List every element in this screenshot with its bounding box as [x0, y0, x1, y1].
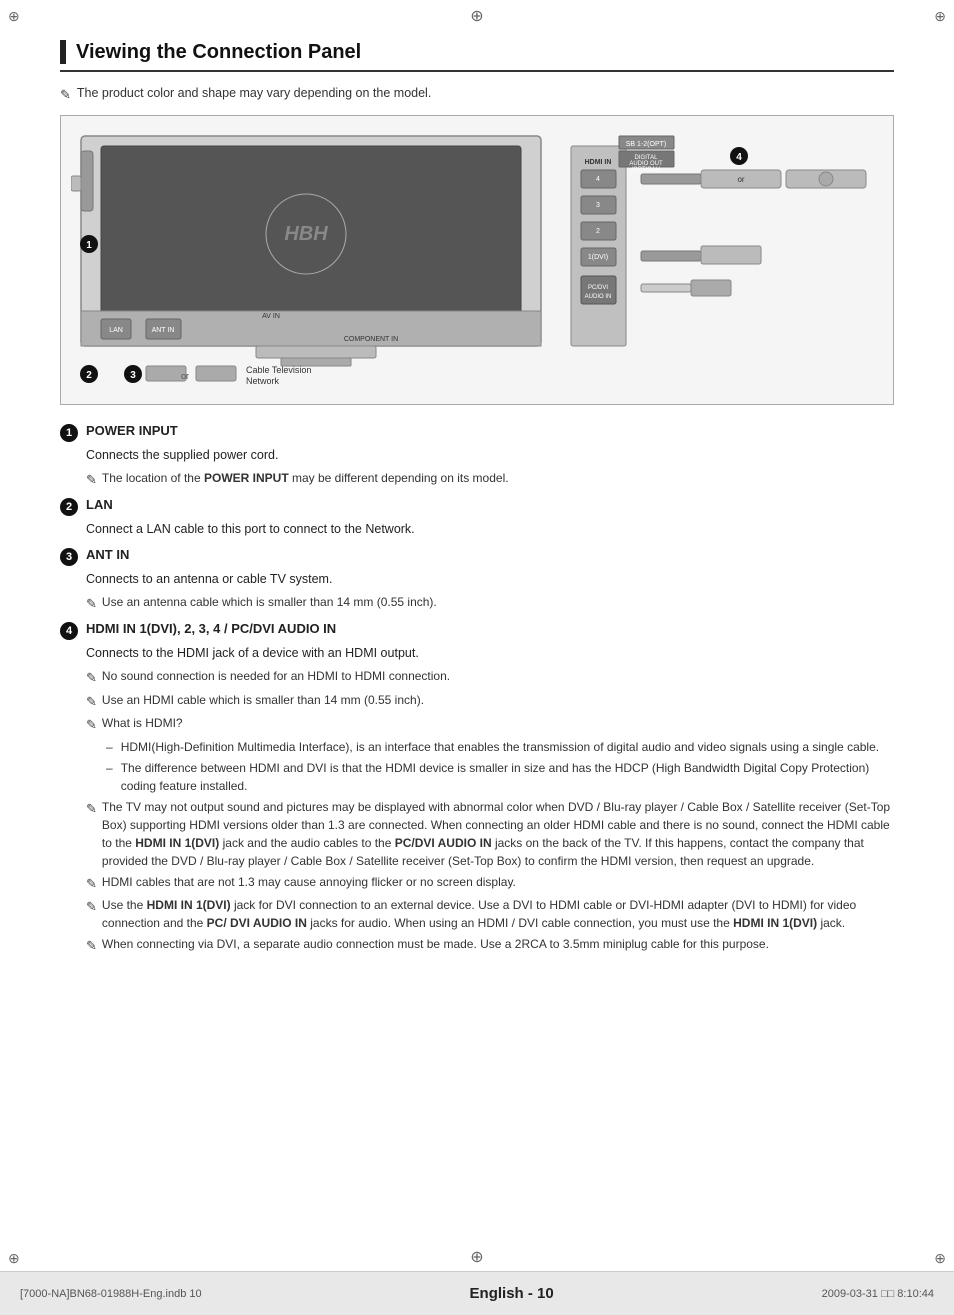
item-4-note-5: ✎ HDMI cables that are not 1.3 may cause…: [86, 873, 894, 894]
svg-text:(OPTICAL): (OPTICAL): [631, 167, 661, 173]
item-4-note-7: ✎ When connecting via DVI, a separate au…: [86, 935, 894, 956]
svg-text:ANT IN: ANT IN: [152, 327, 175, 334]
corner-mark-tl: ⊕: [8, 8, 20, 25]
item-2-title: LAN: [86, 497, 113, 512]
item-4-note-1: ✎ No sound connection is needed for an H…: [86, 667, 894, 688]
item-4-note-6: ✎ Use the HDMI IN 1(DVI) jack for DVI co…: [86, 896, 894, 932]
note-icon-4-4: ✎: [86, 799, 97, 819]
note-icon-4-2: ✎: [86, 692, 97, 712]
item-4-note-5-text: HDMI cables that are not 1.3 may cause a…: [102, 873, 894, 891]
item-4-note-2: ✎ Use an HDMI cable which is smaller tha…: [86, 691, 894, 712]
svg-text:SB 1-2(OPT): SB 1-2(OPT): [626, 141, 666, 148]
item-4-note-7-text: When connecting via DVI, a separate audi…: [102, 935, 894, 953]
svg-text:Network: Network: [246, 376, 280, 386]
section-header: Viewing the Connection Panel: [60, 40, 894, 72]
item-3-note-1-text: Use an antenna cable which is smaller th…: [102, 593, 894, 611]
note-icon-1-1: ✎: [86, 470, 97, 490]
section-header-bar: [60, 40, 66, 64]
item-1-note-1: ✎ The location of the POWER INPUT may be…: [86, 469, 894, 490]
svg-text:Cable Television: Cable Television: [246, 365, 311, 375]
bottom-date: 2009-03-31 □□ 8:10:44: [822, 1288, 934, 1300]
svg-text:3: 3: [130, 370, 136, 381]
item-3-note-1: ✎ Use an antenna cable which is smaller …: [86, 593, 894, 614]
corner-mark-bl: ⊕: [8, 1250, 20, 1267]
section-title: Viewing the Connection Panel: [76, 41, 361, 64]
svg-text:3: 3: [596, 202, 600, 209]
svg-text:AV IN: AV IN: [262, 313, 280, 320]
connection-diagram: LAN ANT IN AV IN COMPONENT IN HDMI IN 4 …: [60, 115, 894, 405]
diagram-svg: LAN ANT IN AV IN COMPONENT IN HDMI IN 4 …: [71, 126, 881, 396]
bottom-file-info: [7000-NA]BN68-01988H-Eng.indb 10: [20, 1288, 202, 1300]
item-1-note-1-text: The location of the POWER INPUT may be d…: [102, 469, 894, 487]
item-3-title: ANT IN: [86, 547, 129, 562]
item-4-note-1-text: No sound connection is needed for an HDM…: [102, 667, 894, 685]
item-1-title: POWER INPUT: [86, 423, 178, 438]
svg-text:1(DVI): 1(DVI): [588, 254, 608, 261]
content-items: 1 POWER INPUT Connects the supplied powe…: [60, 423, 894, 956]
svg-text:2: 2: [86, 370, 92, 381]
svg-text:or: or: [737, 175, 744, 184]
note-icon-4-6: ✎: [86, 897, 97, 917]
item-ant-in: 3 ANT IN Connects to an antenna or cable…: [60, 547, 894, 613]
item-lan: 2 LAN Connect a LAN cable to this port t…: [60, 497, 894, 539]
item-power-input: 1 POWER INPUT Connects the supplied powe…: [60, 423, 894, 489]
item-2-body: Connect a LAN cable to this port to conn…: [86, 520, 894, 539]
svg-text:PC/DVI: PC/DVI: [588, 285, 608, 291]
bullet-num-3: 3: [60, 548, 78, 566]
item-4-note-3: ✎ What is HDMI?: [86, 714, 894, 735]
item-4-note-3-text: What is HDMI?: [102, 714, 894, 732]
item-4-note-4: ✎ The TV may not output sound and pictur…: [86, 798, 894, 870]
svg-text:4: 4: [596, 176, 600, 183]
item-hdmi: 4 HDMI IN 1(DVI), 2, 3, 4 / PC/DVI AUDIO…: [60, 621, 894, 955]
bullet-num-2: 2: [60, 498, 78, 516]
svg-text:or: or: [181, 371, 189, 381]
item-4-dash-1: HDMI(High-Definition Multimedia Interfac…: [106, 738, 894, 756]
item-4-title: HDMI IN 1(DVI), 2, 3, 4 / PC/DVI AUDIO I…: [86, 621, 336, 636]
bullet-3: 3 ANT IN: [60, 547, 894, 566]
svg-text:HDMI IN: HDMI IN: [585, 159, 612, 166]
item-4-note-4-text: The TV may not output sound and pictures…: [102, 798, 894, 870]
bullet-num-1: 1: [60, 424, 78, 442]
item-4-dash-2: The difference between HDMI and DVI is t…: [106, 759, 894, 795]
bullet-2: 2 LAN: [60, 497, 894, 516]
bullet-4: 4 HDMI IN 1(DVI), 2, 3, 4 / PC/DVI AUDIO…: [60, 621, 894, 640]
item-4-body: Connects to the HDMI jack of a device wi…: [86, 644, 894, 663]
item-1-body: Connects the supplied power cord.: [86, 446, 894, 465]
corner-mark-br: ⊕: [934, 1250, 946, 1267]
svg-text:HBH: HBH: [284, 223, 328, 245]
svg-text:COMPONENT IN: COMPONENT IN: [344, 336, 398, 343]
note-icon-product: ✎: [60, 87, 71, 103]
item-4-note-2-text: Use an HDMI cable which is smaller than …: [102, 691, 894, 709]
product-note-text: The product color and shape may vary dep…: [77, 86, 431, 100]
note-icon-3-1: ✎: [86, 594, 97, 614]
svg-text:1: 1: [86, 240, 92, 251]
note-icon-4-5: ✎: [86, 874, 97, 894]
corner-mark-tr: ⊕: [934, 8, 946, 25]
svg-text:LAN: LAN: [109, 327, 123, 334]
svg-text:4: 4: [736, 152, 742, 163]
item-4-dash-2-text: The difference between HDMI and DVI is t…: [121, 759, 894, 795]
svg-text:2: 2: [596, 228, 600, 235]
note-icon-4-7: ✎: [86, 936, 97, 956]
bullet-1: 1 POWER INPUT: [60, 423, 894, 442]
item-4-dash-1-text: HDMI(High-Definition Multimedia Interfac…: [121, 738, 879, 756]
item-4-note-6-text: Use the HDMI IN 1(DVI) jack for DVI conn…: [102, 896, 894, 932]
bottom-page-label: English - 10: [202, 1285, 822, 1302]
page-container: ⊕ ⊕ ⊕ Viewing the Connection Panel ✎ The…: [0, 0, 954, 1315]
center-mark-top: ⊕: [470, 6, 483, 26]
product-note: ✎ The product color and shape may vary d…: [60, 86, 894, 103]
svg-text:AUDIO IN: AUDIO IN: [585, 294, 612, 300]
bullet-num-4: 4: [60, 622, 78, 640]
note-icon-4-1: ✎: [86, 668, 97, 688]
note-icon-4-3: ✎: [86, 715, 97, 735]
item-3-body: Connects to an antenna or cable TV syste…: [86, 570, 894, 589]
center-mark-bottom: ⊕: [470, 1247, 483, 1267]
bottom-bar: [7000-NA]BN68-01988H-Eng.indb 10 English…: [0, 1271, 954, 1315]
